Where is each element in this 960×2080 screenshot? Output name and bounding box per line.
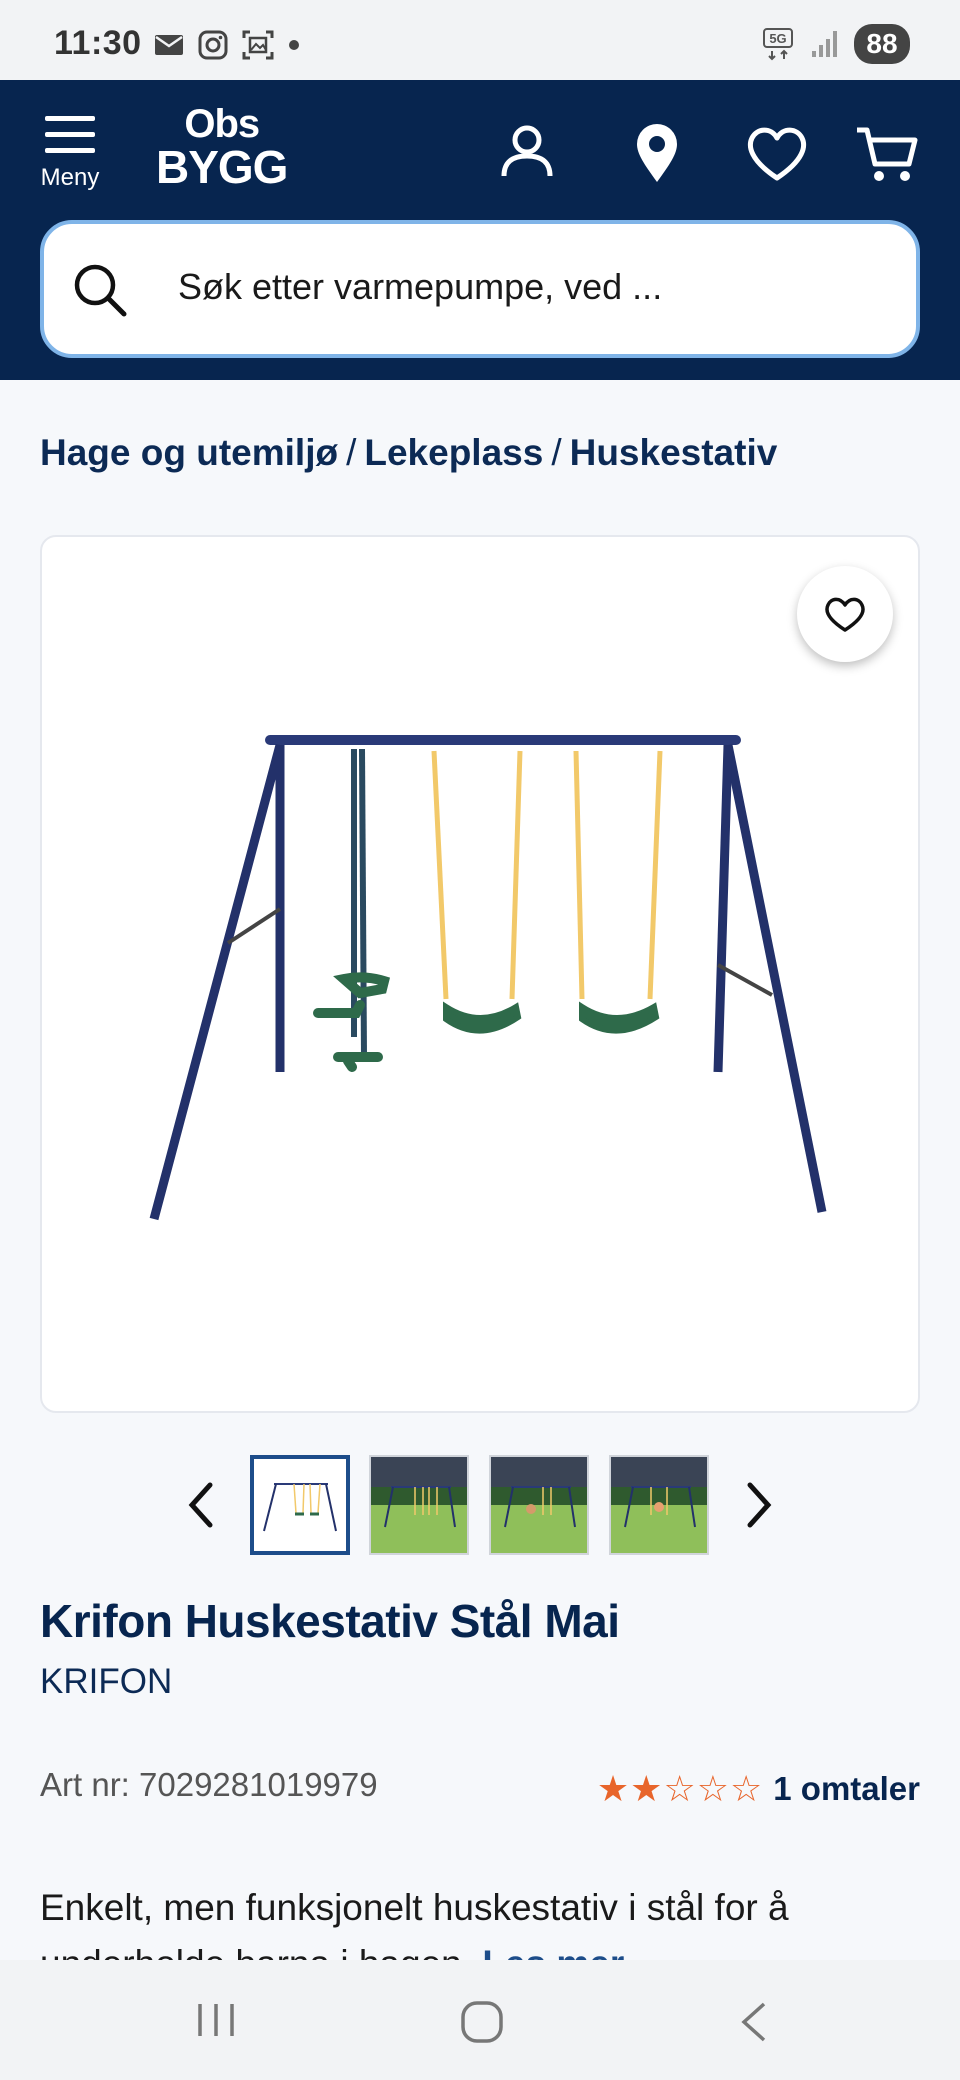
menu-button[interactable]: Meny: [34, 116, 106, 206]
image-thumbnails: [0, 1455, 960, 1555]
add-to-favorites-button[interactable]: [797, 566, 893, 662]
breadcrumb-item-hage[interactable]: Hage og utemiljø: [40, 432, 338, 473]
search-input[interactable]: Søk etter varmepumpe, ved ...: [40, 220, 920, 358]
network-5g-icon: 5G: [763, 28, 793, 61]
cart-icon[interactable]: [853, 118, 923, 188]
product-brand[interactable]: KRIFON: [40, 1662, 172, 1702]
review-count[interactable]: 1 omtaler: [773, 1770, 920, 1808]
rating-stars-icon: ★★☆☆☆: [596, 1768, 764, 1809]
chevron-right-icon[interactable]: [734, 1477, 784, 1533]
product-rating[interactable]: ★★☆☆☆ 1 omtaler: [597, 1768, 920, 1810]
product-image[interactable]: [42, 537, 922, 1415]
signal-icon: [812, 31, 837, 57]
status-bar: 11:30 5G 88: [0, 0, 960, 80]
obs-bygg-logo[interactable]: Obs BYGG: [156, 104, 288, 190]
breadcrumb: Hage og utemiljø / Lekeplass / Huskestativ: [40, 432, 778, 473]
thumbnail-3[interactable]: [489, 1455, 589, 1555]
product-title: Krifon Huskestativ Stål Mai: [40, 1595, 620, 1647]
thumbnail-2[interactable]: [369, 1455, 469, 1555]
svg-text:5G: 5G: [769, 31, 786, 46]
chevron-left-icon[interactable]: [176, 1477, 226, 1533]
status-time: 11:30: [54, 24, 142, 62]
search-placeholder: Søk etter varmepumpe, ved ...: [178, 266, 663, 307]
heart-outline-icon: [825, 597, 865, 632]
dot-icon: [289, 40, 299, 50]
site-header: Meny Obs BYGG Søk etter varmepumpe, ved …: [0, 80, 960, 380]
search-icon: [74, 264, 127, 317]
menu-label: Meny: [40, 164, 100, 191]
system-navigation-bar: [0, 1960, 960, 2080]
product-image-card: [40, 535, 920, 1413]
hamburger-icon: [34, 116, 106, 153]
recent-apps-icon[interactable]: [194, 2000, 238, 2040]
favorites-heart-icon[interactable]: [742, 118, 812, 188]
instagram-icon: [198, 30, 228, 60]
breadcrumb-item-huskestativ[interactable]: Huskestativ: [570, 432, 778, 473]
thumbnail-4[interactable]: [609, 1455, 709, 1555]
gallery-icon: [242, 30, 274, 60]
mail-icon: [155, 35, 183, 55]
battery-indicator: 88: [854, 24, 910, 64]
article-number: Art nr: 7029281019979: [40, 1766, 378, 1803]
store-locator-icon[interactable]: [622, 118, 692, 188]
notification-icons: [154, 30, 300, 60]
account-icon[interactable]: [492, 118, 562, 188]
thumbnail-1[interactable]: [250, 1455, 350, 1555]
back-icon[interactable]: [736, 2000, 772, 2044]
home-icon[interactable]: [460, 2000, 504, 2044]
breadcrumb-item-lekeplass[interactable]: Lekeplass: [364, 432, 543, 473]
